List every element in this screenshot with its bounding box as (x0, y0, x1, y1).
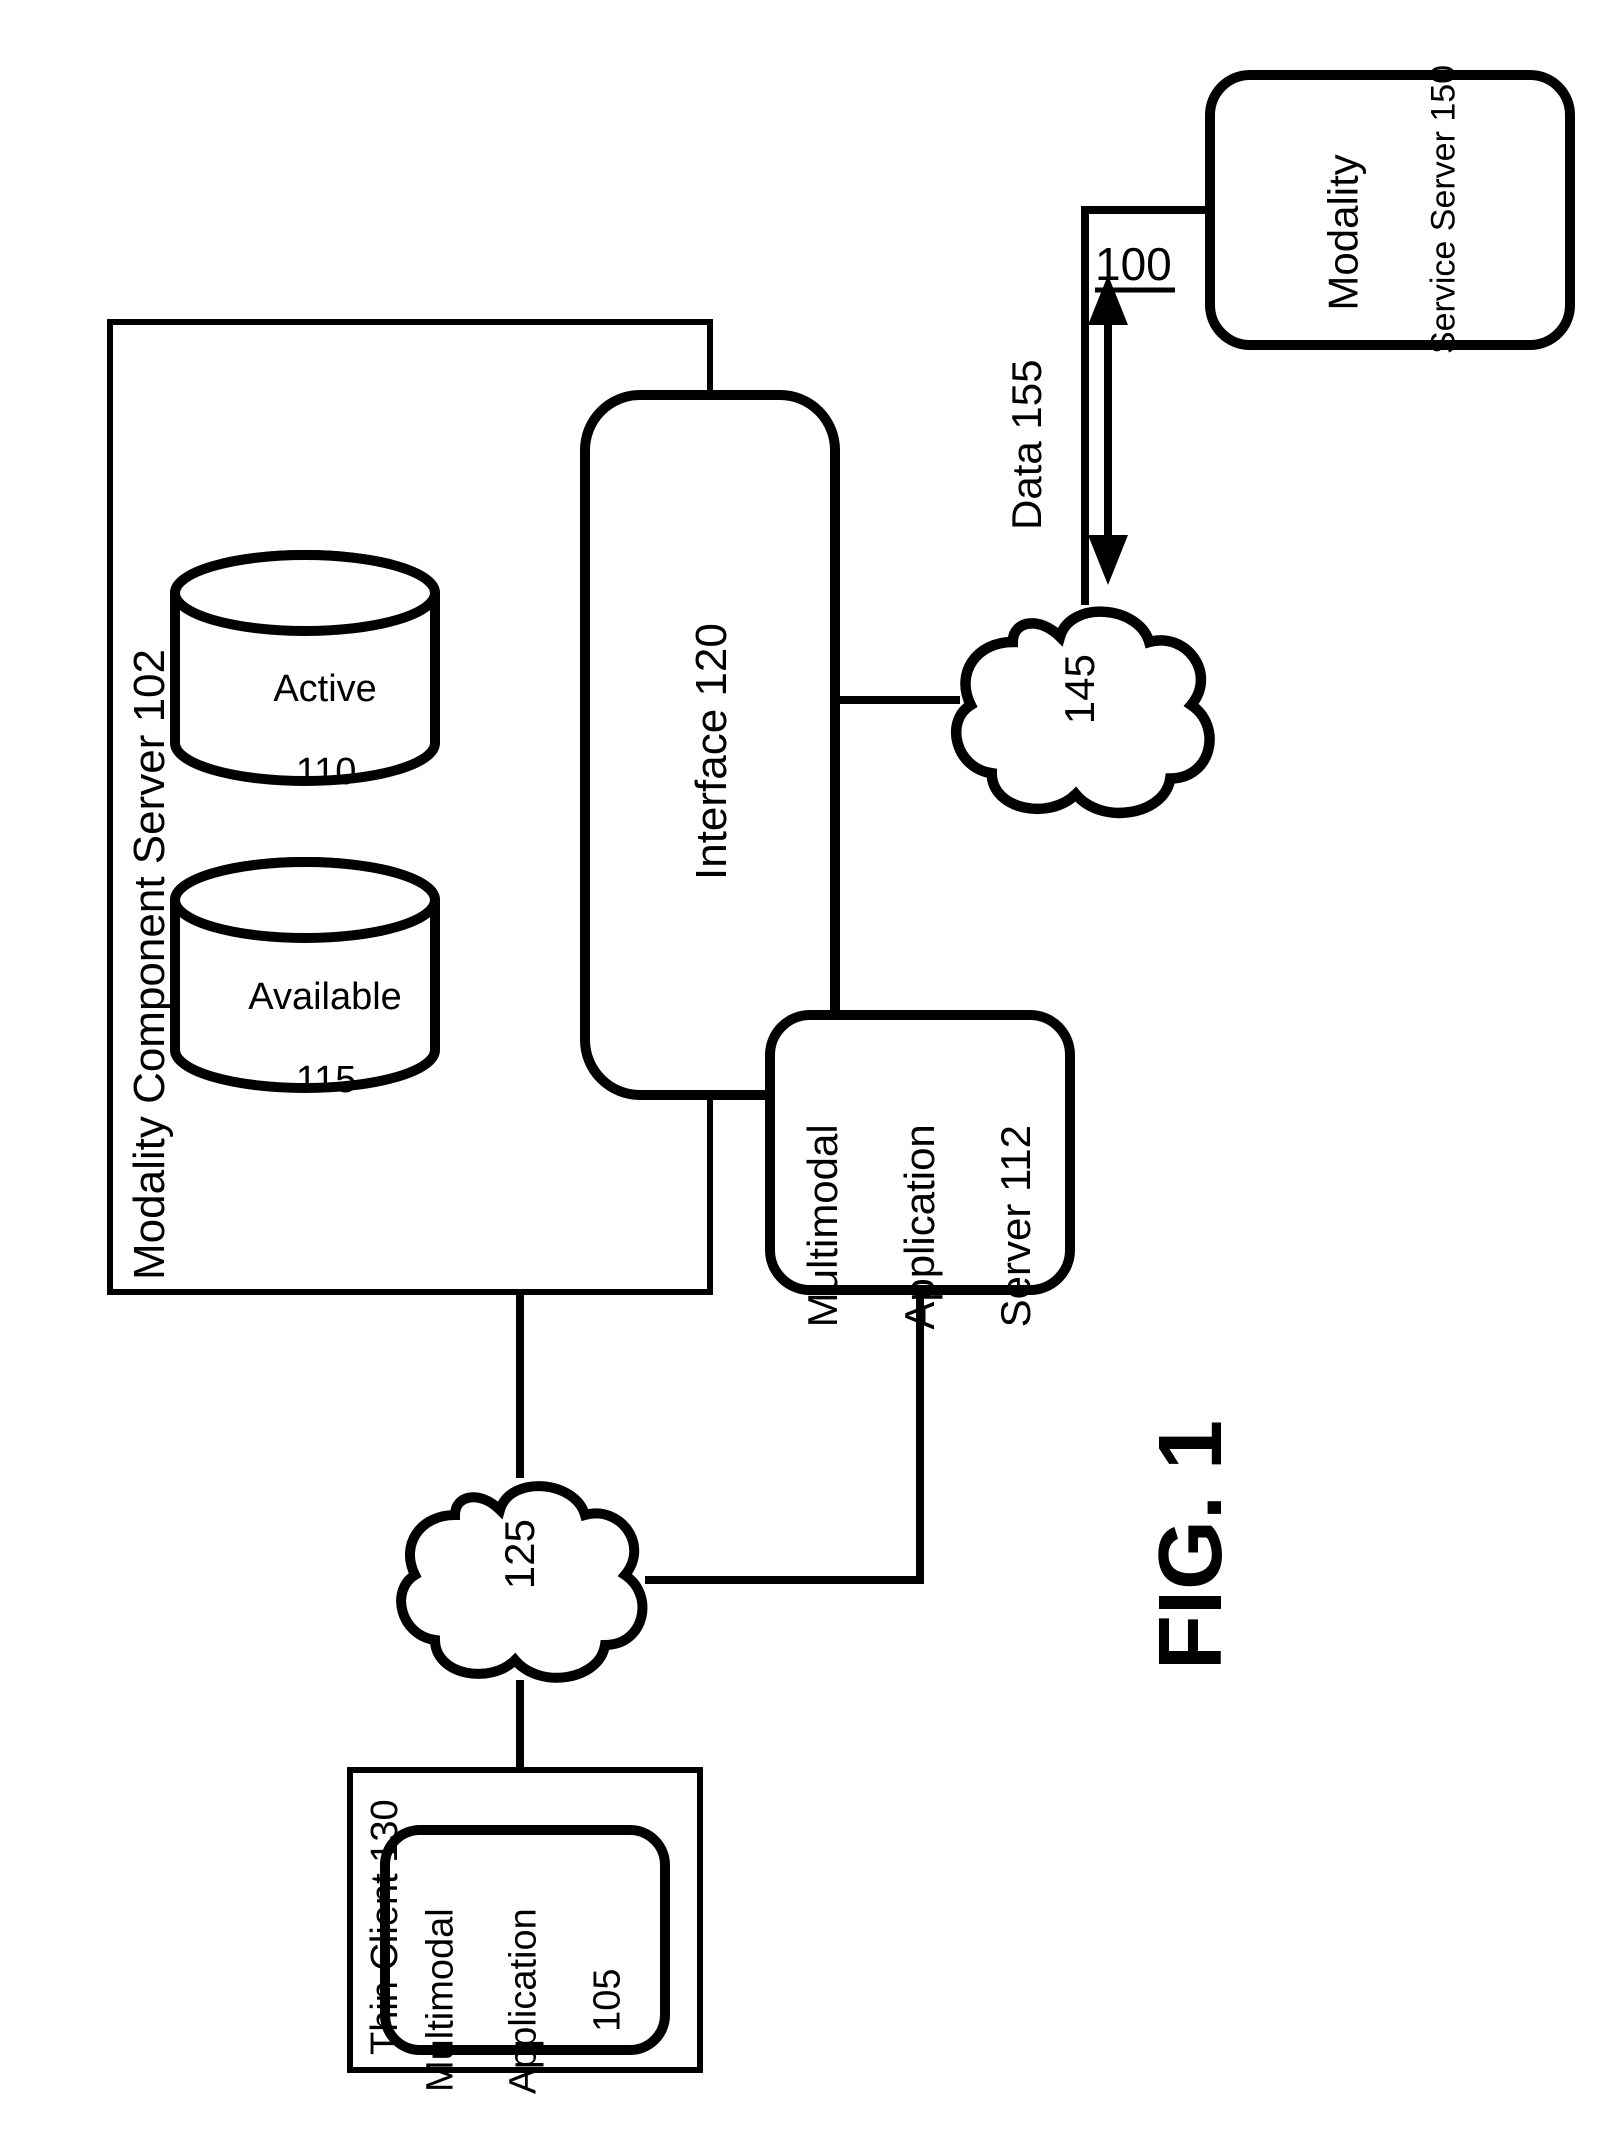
multimodal-app-server-label: Multimodal Application Server 112 (751, 1134, 1089, 1374)
data-arrow (1088, 275, 1128, 585)
modality-service-server-label: Modality Service Server 150 (1271, 111, 1512, 401)
app-l1: Multimodal (420, 1908, 462, 2092)
cylinder-active-label: Active 110 (175, 627, 435, 836)
diagram-canvas: 100 Modality Component Server 102 Active… (0, 0, 1613, 2117)
cylinder-active-l1: Active (273, 668, 376, 710)
mss-l2: Service Server 150 (1424, 65, 1462, 354)
data-label: Data 155 (1003, 360, 1051, 530)
figure-number: 100 (1095, 238, 1172, 291)
interface-label: Interface 120 (687, 623, 738, 880)
mas-l2: Application (896, 1124, 943, 1329)
cloud-145-label: 145 (1056, 609, 1104, 769)
mas-l3: Server 112 (992, 1125, 1039, 1327)
app-l2: Application (503, 1908, 545, 2094)
cylinder-active-l2: 110 (296, 751, 357, 793)
app-l3: 105 (587, 1968, 629, 2031)
modality-component-server-title: Modality Component Server 102 (125, 649, 176, 1280)
cylinder-available-l1: Available (248, 976, 402, 1018)
figure-caption: FIG. 1 (1140, 1420, 1243, 1670)
mas-l1: Multimodal (799, 1124, 846, 1327)
cylinder-available-label: Available 115 (175, 935, 435, 1144)
mss-l1: Modality (1320, 154, 1367, 310)
cylinder-available-l2: 115 (296, 1059, 357, 1101)
cloud-125-label: 125 (496, 1474, 544, 1634)
multimodal-application-label: Multimodal Application 105 (379, 1899, 672, 2143)
